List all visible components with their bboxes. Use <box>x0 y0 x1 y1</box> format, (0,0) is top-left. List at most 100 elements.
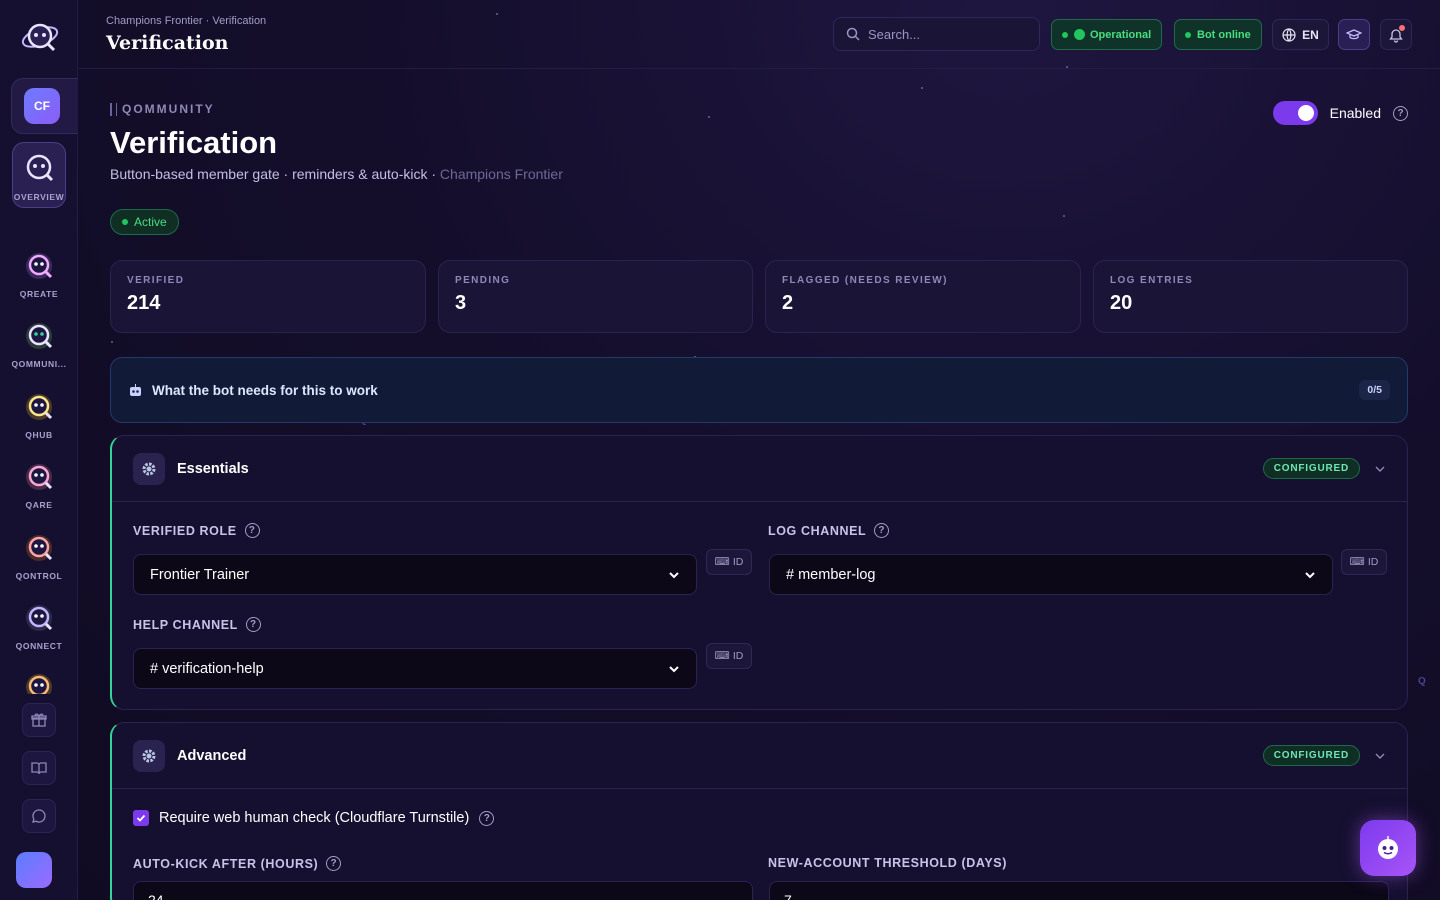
sidebar-item-label: QARE <box>25 500 53 510</box>
chat-icon[interactable] <box>22 799 56 833</box>
language-selector[interactable]: EN <box>1272 19 1329 50</box>
overview-bot-icon <box>26 154 54 182</box>
verified-role-label: VERIFIED ROLE ? <box>133 523 260 538</box>
help-icon[interactable]: ? <box>479 810 495 826</box>
status-badge: Active <box>110 209 179 235</box>
qontrol-bot-icon <box>26 535 53 561</box>
verified-role-select[interactable]: Frontier Trainer <box>133 554 697 595</box>
label-text: HELP CHANNEL <box>133 617 238 632</box>
top-title: Verification <box>106 32 229 54</box>
turnstile-label: Require web human check (Cloudflare Turn… <box>159 810 470 826</box>
enabled-label: Enabled <box>1329 105 1381 121</box>
log-channel-select[interactable]: # member-log <box>769 554 1333 595</box>
help-channel-label: HELP CHANNEL ? <box>133 617 261 632</box>
user-avatar[interactable] <box>16 852 52 888</box>
operational-label: Operational <box>1090 28 1152 41</box>
help-icon[interactable]: ? <box>245 617 261 632</box>
sidebar-item-qhub[interactable]: QHUB <box>0 388 78 440</box>
verified-role-id-button[interactable]: ⌨ ID <box>706 549 752 575</box>
assistant-button[interactable] <box>1360 820 1416 876</box>
essentials-title: Essentials <box>177 460 249 477</box>
help-channel-id-button[interactable]: ⌨ ID <box>706 643 752 669</box>
qonnect-bot-icon <box>26 605 53 631</box>
bot-online-badge[interactable]: Bot online <box>1174 19 1262 50</box>
id-label: ID <box>732 556 744 568</box>
advanced-header[interactable]: Advanced CONFIGURED <box>112 723 1407 789</box>
sidebar-item-qontrol[interactable]: QONTROL <box>0 529 78 581</box>
sidebar-item-qonnect[interactable]: QONNECT <box>0 599 78 651</box>
essentials-header[interactable]: Essentials CONFIGURED <box>112 436 1407 502</box>
help-icon[interactable]: ? <box>326 856 342 871</box>
turnstile-checkbox[interactable] <box>133 810 149 826</box>
help-icon[interactable]: ? <box>244 523 260 538</box>
stat-card-pending: PENDING 3 <box>438 260 753 333</box>
search-input[interactable]: Search... <box>833 17 1040 51</box>
help-icon[interactable]: ? <box>1393 105 1408 121</box>
enabled-toggle-group: Enabled ? <box>1272 101 1408 125</box>
sidebar-item-qreate[interactable]: QREATE <box>0 247 78 299</box>
input-value: 24 <box>148 892 164 900</box>
keyboard-icon: ⌨ <box>1349 556 1365 568</box>
page-subtitle: Button-based member gate · reminders & a… <box>110 166 563 182</box>
server-selector[interactable]: CF <box>11 78 78 134</box>
checkmark-icon <box>136 814 146 822</box>
sidebar-item-label: OVERVIEW <box>13 192 65 202</box>
sidebar-item-overview-content[interactable]: OVERVIEW <box>0 150 78 202</box>
subtitle-text: Button-based member gate · reminders & a… <box>110 166 440 182</box>
keyboard-icon: ⌨ <box>714 556 730 568</box>
stat-key: PENDING <box>455 275 511 286</box>
help-channel-select[interactable]: # verification-help <box>133 648 697 689</box>
sidebar-item-label: QOMMUNI... <box>11 359 67 369</box>
configured-badge: CONFIGURED <box>1262 458 1360 479</box>
section-tag: QOMMUNITY <box>110 102 215 116</box>
chevron-down-icon <box>1305 571 1315 578</box>
status-dot-icon <box>1185 31 1191 38</box>
book-icon[interactable] <box>22 751 56 785</box>
sidebar-item-qommunity[interactable]: QOMMUNI... <box>0 317 78 369</box>
robot-icon <box>130 383 141 396</box>
notifications-button[interactable] <box>1380 19 1412 50</box>
chevron-down-icon <box>669 665 679 672</box>
gift-icon[interactable] <box>22 703 56 737</box>
label-text: AUTO-KICK AFTER (HOURS) <box>133 856 319 871</box>
advanced-title: Advanced <box>177 747 247 764</box>
search-icon <box>846 27 860 41</box>
log-channel-id-button[interactable]: ⌨ ID <box>1341 549 1387 575</box>
stat-value: 3 <box>455 292 467 314</box>
status-label: Active <box>134 215 167 229</box>
search-placeholder: Search... <box>868 26 921 42</box>
academy-button[interactable] <box>1338 19 1370 50</box>
qreate-bot-icon <box>26 253 53 279</box>
new-account-threshold-input[interactable]: 7 <box>769 881 1389 900</box>
stat-card-verified: VERIFIED 214 <box>110 260 426 333</box>
chevron-down-icon[interactable] <box>1374 750 1386 762</box>
server-avatar[interactable]: CF <box>24 88 60 124</box>
requirements-title: What the bot needs for this to work <box>152 382 378 398</box>
id-label: ID <box>732 650 744 662</box>
requirements-panel[interactable]: What the bot needs for this to work 0/5 <box>110 357 1408 423</box>
essentials-card: Essentials CONFIGURED VERIFIED ROLE ? Fr… <box>110 435 1408 710</box>
qare-bot-icon <box>26 464 53 490</box>
autokick-hours-input[interactable]: 24 <box>133 881 753 900</box>
app-logo-icon[interactable] <box>20 16 60 56</box>
select-value: # verification-help <box>150 660 264 677</box>
language-label: EN <box>1302 27 1319 42</box>
chevron-down-icon[interactable] <box>1374 463 1386 475</box>
operational-status-badge[interactable]: Operational <box>1051 19 1163 50</box>
bot-online-label: Bot online <box>1197 28 1251 41</box>
sidebar-item-qare[interactable]: QARE <box>0 458 78 510</box>
sidebar-item-label: QHUB <box>25 430 53 440</box>
label-text: LOG CHANNEL <box>768 523 867 538</box>
stat-key: LOG ENTRIES <box>1110 275 1194 286</box>
turnstile-checkbox-row[interactable]: Require web human check (Cloudflare Turn… <box>133 810 495 826</box>
chevron-down-icon <box>669 571 679 578</box>
help-icon[interactable]: ? <box>874 523 890 538</box>
label-text: VERIFIED ROLE <box>133 523 237 538</box>
sidebar-item-label: QONTROL <box>15 571 63 581</box>
advanced-card: Advanced CONFIGURED Require web human ch… <box>110 722 1408 900</box>
stat-value: 214 <box>127 292 161 314</box>
sidebar-item-partial[interactable] <box>0 668 78 694</box>
keyboard-icon: ⌨ <box>714 650 730 662</box>
enabled-toggle[interactable] <box>1272 101 1318 125</box>
stat-key: FLAGGED (NEEDS REVIEW) <box>782 275 948 286</box>
